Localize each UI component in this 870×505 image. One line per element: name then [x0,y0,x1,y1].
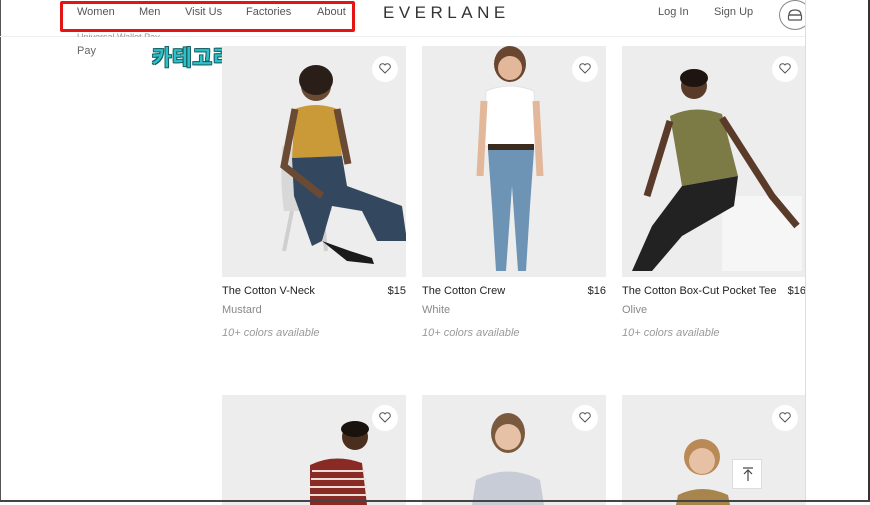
product-title[interactable]: The Cotton Crew [422,285,505,297]
product-image[interactable] [222,395,406,505]
cart-icon [787,9,803,21]
product-card[interactable] [222,395,406,505]
heart-icon [379,412,391,423]
product-price: $16 [587,285,606,297]
window-border-left [0,0,1,502]
product-price: $15 [387,285,406,297]
favorite-button[interactable] [772,56,798,82]
scroll-to-top-button[interactable] [732,459,762,489]
product-card[interactable] [422,395,606,505]
login-link[interactable]: Log In [658,6,689,18]
arrow-up-icon [743,467,753,481]
product-card[interactable]: The Cotton Box-Cut Pocket Tee $16 Olive … [622,46,806,339]
product-card[interactable]: The Cotton Crew $16 White 10+ colors ava… [422,46,606,339]
favorite-button[interactable] [372,56,398,82]
product-card[interactable] [622,395,806,505]
heart-icon [579,63,591,74]
favorite-button[interactable] [572,56,598,82]
product-color: White [422,304,451,316]
product-image[interactable] [622,395,806,505]
signup-link[interactable]: Sign Up [714,6,753,18]
product-title[interactable]: The Cotton Box-Cut Pocket Tee [622,285,777,297]
right-gutter [805,0,870,502]
favorite-button[interactable] [572,405,598,431]
heart-icon [779,63,791,74]
product-availability: 10+ colors available [222,327,320,339]
product-color: Olive [622,304,648,316]
product-image[interactable] [622,46,806,277]
product-color: Mustard [222,304,262,316]
sidebar-pay[interactable]: Pay [77,45,96,57]
product-image[interactable] [422,395,606,505]
heart-icon [379,63,391,74]
heart-icon [579,412,591,423]
favorite-button[interactable] [372,405,398,431]
product-card[interactable]: The Cotton V-Neck $15 Mustard 10+ colors… [222,46,406,339]
sidebar-clipped-text: Universal Wallet Pay [77,32,160,37]
brand-logo[interactable]: EVERLANE [383,3,510,23]
heart-icon [779,412,791,423]
product-title[interactable]: The Cotton V-Neck [222,285,315,297]
product-image[interactable] [422,46,606,277]
product-image[interactable] [222,46,406,277]
product-availability: 10+ colors available [622,327,720,339]
annotation-highlight-box [60,1,355,32]
product-price: $16 [787,285,806,297]
favorite-button[interactable] [772,405,798,431]
product-availability: 10+ colors available [422,327,520,339]
